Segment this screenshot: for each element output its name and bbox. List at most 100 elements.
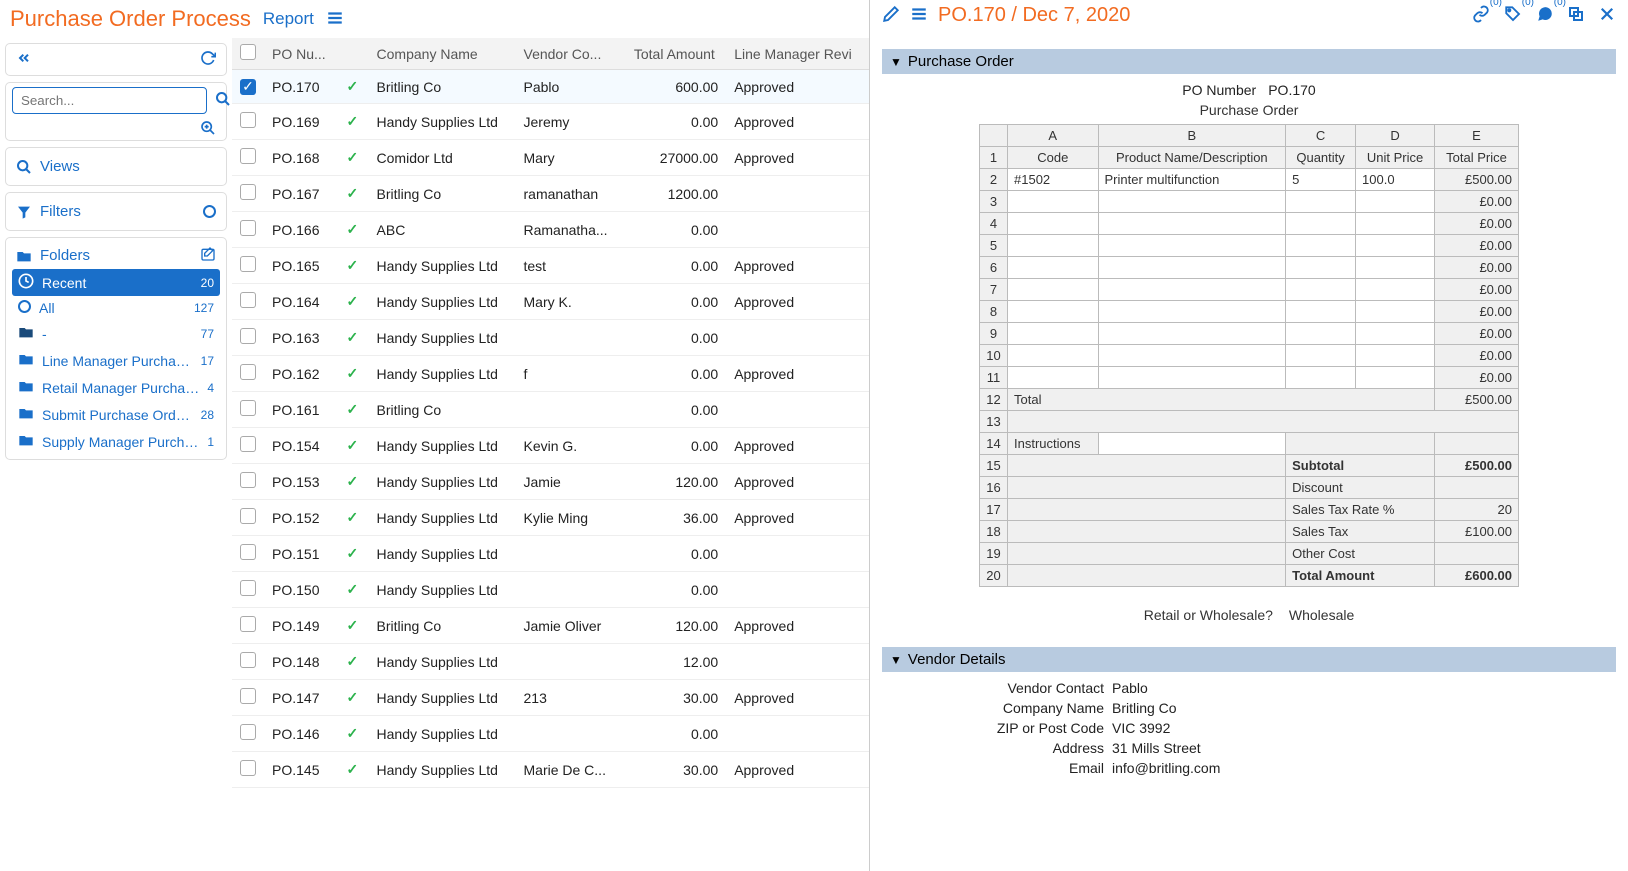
table-row[interactable]: PO.146✓Handy Supplies Ltd0.00: [232, 716, 869, 752]
comments-icon[interactable]: (0): [1536, 5, 1554, 26]
table-row[interactable]: ✓PO.170✓Britling CoPablo600.00Approved: [232, 70, 869, 104]
sheet-row[interactable]: 7£0.00: [980, 279, 1519, 301]
cell-review: [726, 716, 869, 752]
table-row[interactable]: PO.161✓Britling Co0.00: [232, 392, 869, 428]
sheet-row[interactable]: 8£0.00: [980, 301, 1519, 323]
folder-item[interactable]: All127: [12, 296, 220, 320]
row-checkbox[interactable]: [240, 256, 256, 272]
sheet-row[interactable]: 20Total Amount£600.00: [980, 565, 1519, 587]
row-checkbox[interactable]: [240, 328, 256, 344]
col-company[interactable]: Company Name: [369, 38, 516, 70]
po-spreadsheet[interactable]: ABCDE 1CodeProduct Name/DescriptionQuant…: [979, 124, 1519, 587]
table-row[interactable]: PO.149✓Britling CoJamie Oliver120.00Appr…: [232, 608, 869, 644]
sheet-row[interactable]: 17Sales Tax Rate %20: [980, 499, 1519, 521]
row-checkbox[interactable]: [240, 292, 256, 308]
row-checkbox[interactable]: [240, 436, 256, 452]
cell-po: PO.154: [264, 428, 339, 464]
folder-item[interactable]: Submit Purchase Order De...28: [12, 401, 220, 428]
table-row[interactable]: PO.152✓Handy Supplies LtdKylie Ming36.00…: [232, 500, 869, 536]
row-checkbox[interactable]: [240, 400, 256, 416]
sheet-col-header: [980, 125, 1008, 147]
refresh-icon[interactable]: [200, 50, 216, 69]
close-icon[interactable]: [1598, 5, 1616, 26]
table-row[interactable]: PO.148✓Handy Supplies Ltd12.00: [232, 644, 869, 680]
cell-po: PO.152: [264, 500, 339, 536]
folder-item[interactable]: -77: [12, 320, 220, 347]
table-row[interactable]: PO.154✓Handy Supplies LtdKevin G.0.00App…: [232, 428, 869, 464]
edit-icon[interactable]: [882, 5, 900, 26]
collapse-left-icon[interactable]: [16, 50, 32, 69]
table-row[interactable]: PO.165✓Handy Supplies Ltdtest0.00Approve…: [232, 248, 869, 284]
sheet-row[interactable]: 19Other Cost: [980, 543, 1519, 565]
sheet-row[interactable]: 9£0.00: [980, 323, 1519, 345]
row-checkbox[interactable]: [240, 652, 256, 668]
folder-item[interactable]: Line Manager Purchase Or...17: [12, 347, 220, 374]
sheet-row[interactable]: 3£0.00: [980, 191, 1519, 213]
table-row[interactable]: PO.169✓Handy Supplies LtdJeremy0.00Appro…: [232, 104, 869, 140]
search-input[interactable]: [12, 87, 207, 114]
row-checkbox[interactable]: [240, 616, 256, 632]
row-checkbox[interactable]: [240, 688, 256, 704]
edit-folders-icon[interactable]: [200, 246, 216, 265]
row-checkbox[interactable]: [240, 508, 256, 524]
section-vendor-details[interactable]: ▼ Vendor Details: [882, 647, 1616, 672]
sheet-row[interactable]: 10£0.00: [980, 345, 1519, 367]
sheet-row[interactable]: 18Sales Tax£100.00: [980, 521, 1519, 543]
cell-review: Approved: [726, 284, 869, 320]
col-review[interactable]: Line Manager Revi: [726, 38, 869, 70]
col-vendor[interactable]: Vendor Co...: [516, 38, 623, 70]
row-checkbox[interactable]: [240, 220, 256, 236]
row-checkbox[interactable]: [240, 184, 256, 200]
sheet-row[interactable]: 6£0.00: [980, 257, 1519, 279]
col-amount[interactable]: Total Amount: [623, 38, 727, 70]
table-row[interactable]: PO.168✓Comidor LtdMary27000.00Approved: [232, 140, 869, 176]
row-checkbox[interactable]: [240, 544, 256, 560]
detail-menu-icon[interactable]: [910, 5, 928, 26]
advanced-search-icon[interactable]: [12, 120, 220, 136]
row-checkbox[interactable]: [240, 580, 256, 596]
row-checkbox[interactable]: [240, 472, 256, 488]
menu-bars-icon[interactable]: [326, 9, 344, 30]
folder-item[interactable]: Retail Manager Purchase O...4: [12, 374, 220, 401]
sheet-row[interactable]: 2#1502Printer multifunction5100.0£500.00: [980, 169, 1519, 191]
table-row[interactable]: PO.166✓ABCRamanatha...0.00: [232, 212, 869, 248]
col-po-number[interactable]: PO Nu...: [264, 38, 339, 70]
row-checkbox[interactable]: [240, 112, 256, 128]
sheet-row[interactable]: 12Total£500.00: [980, 389, 1519, 411]
expand-icon[interactable]: [1568, 6, 1584, 25]
po-caption: Purchase Order: [894, 100, 1604, 120]
row-checkbox[interactable]: [240, 760, 256, 776]
table-row[interactable]: PO.145✓Handy Supplies LtdMarie De C...30…: [232, 752, 869, 788]
filters-toggle[interactable]: Filters: [12, 197, 220, 226]
table-row[interactable]: PO.163✓Handy Supplies Ltd0.00: [232, 320, 869, 356]
tags-icon[interactable]: (0): [1504, 5, 1522, 26]
row-checkbox[interactable]: [240, 148, 256, 164]
table-row[interactable]: PO.153✓Handy Supplies LtdJamie120.00Appr…: [232, 464, 869, 500]
folder-item[interactable]: Supply Manager Purchase ...1: [12, 428, 220, 455]
table-row[interactable]: PO.164✓Handy Supplies LtdMary K.0.00Appr…: [232, 284, 869, 320]
folders-header[interactable]: Folders: [16, 247, 90, 264]
sheet-row[interactable]: 11£0.00: [980, 367, 1519, 389]
report-link[interactable]: Report: [263, 9, 314, 29]
row-checkbox[interactable]: ✓: [240, 79, 256, 95]
table-row[interactable]: PO.147✓Handy Supplies Ltd21330.00Approve…: [232, 680, 869, 716]
sheet-row[interactable]: 14Instructions: [980, 433, 1519, 455]
table-row[interactable]: PO.162✓Handy Supplies Ltdf0.00Approved: [232, 356, 869, 392]
sheet-row[interactable]: 15Subtotal£500.00: [980, 455, 1519, 477]
select-all-checkbox[interactable]: [240, 44, 256, 60]
search-icon[interactable]: [211, 91, 232, 110]
row-checkbox[interactable]: [240, 724, 256, 740]
section-purchase-order[interactable]: ▼ Purchase Order: [882, 49, 1616, 74]
sheet-row[interactable]: 16Discount: [980, 477, 1519, 499]
views-toggle[interactable]: Views: [12, 152, 220, 181]
table-row[interactable]: PO.167✓Britling Coramanathan1200.00: [232, 176, 869, 212]
sheet-row[interactable]: 13: [980, 411, 1519, 433]
sheet-row[interactable]: 4£0.00: [980, 213, 1519, 235]
sheet-row[interactable]: 1CodeProduct Name/DescriptionQuantityUni…: [980, 147, 1519, 169]
links-icon[interactable]: (0): [1472, 5, 1490, 26]
table-row[interactable]: PO.151✓Handy Supplies Ltd0.00: [232, 536, 869, 572]
sheet-row[interactable]: 5£0.00: [980, 235, 1519, 257]
row-checkbox[interactable]: [240, 364, 256, 380]
folder-item[interactable]: Recent20: [12, 269, 220, 296]
table-row[interactable]: PO.150✓Handy Supplies Ltd0.00: [232, 572, 869, 608]
